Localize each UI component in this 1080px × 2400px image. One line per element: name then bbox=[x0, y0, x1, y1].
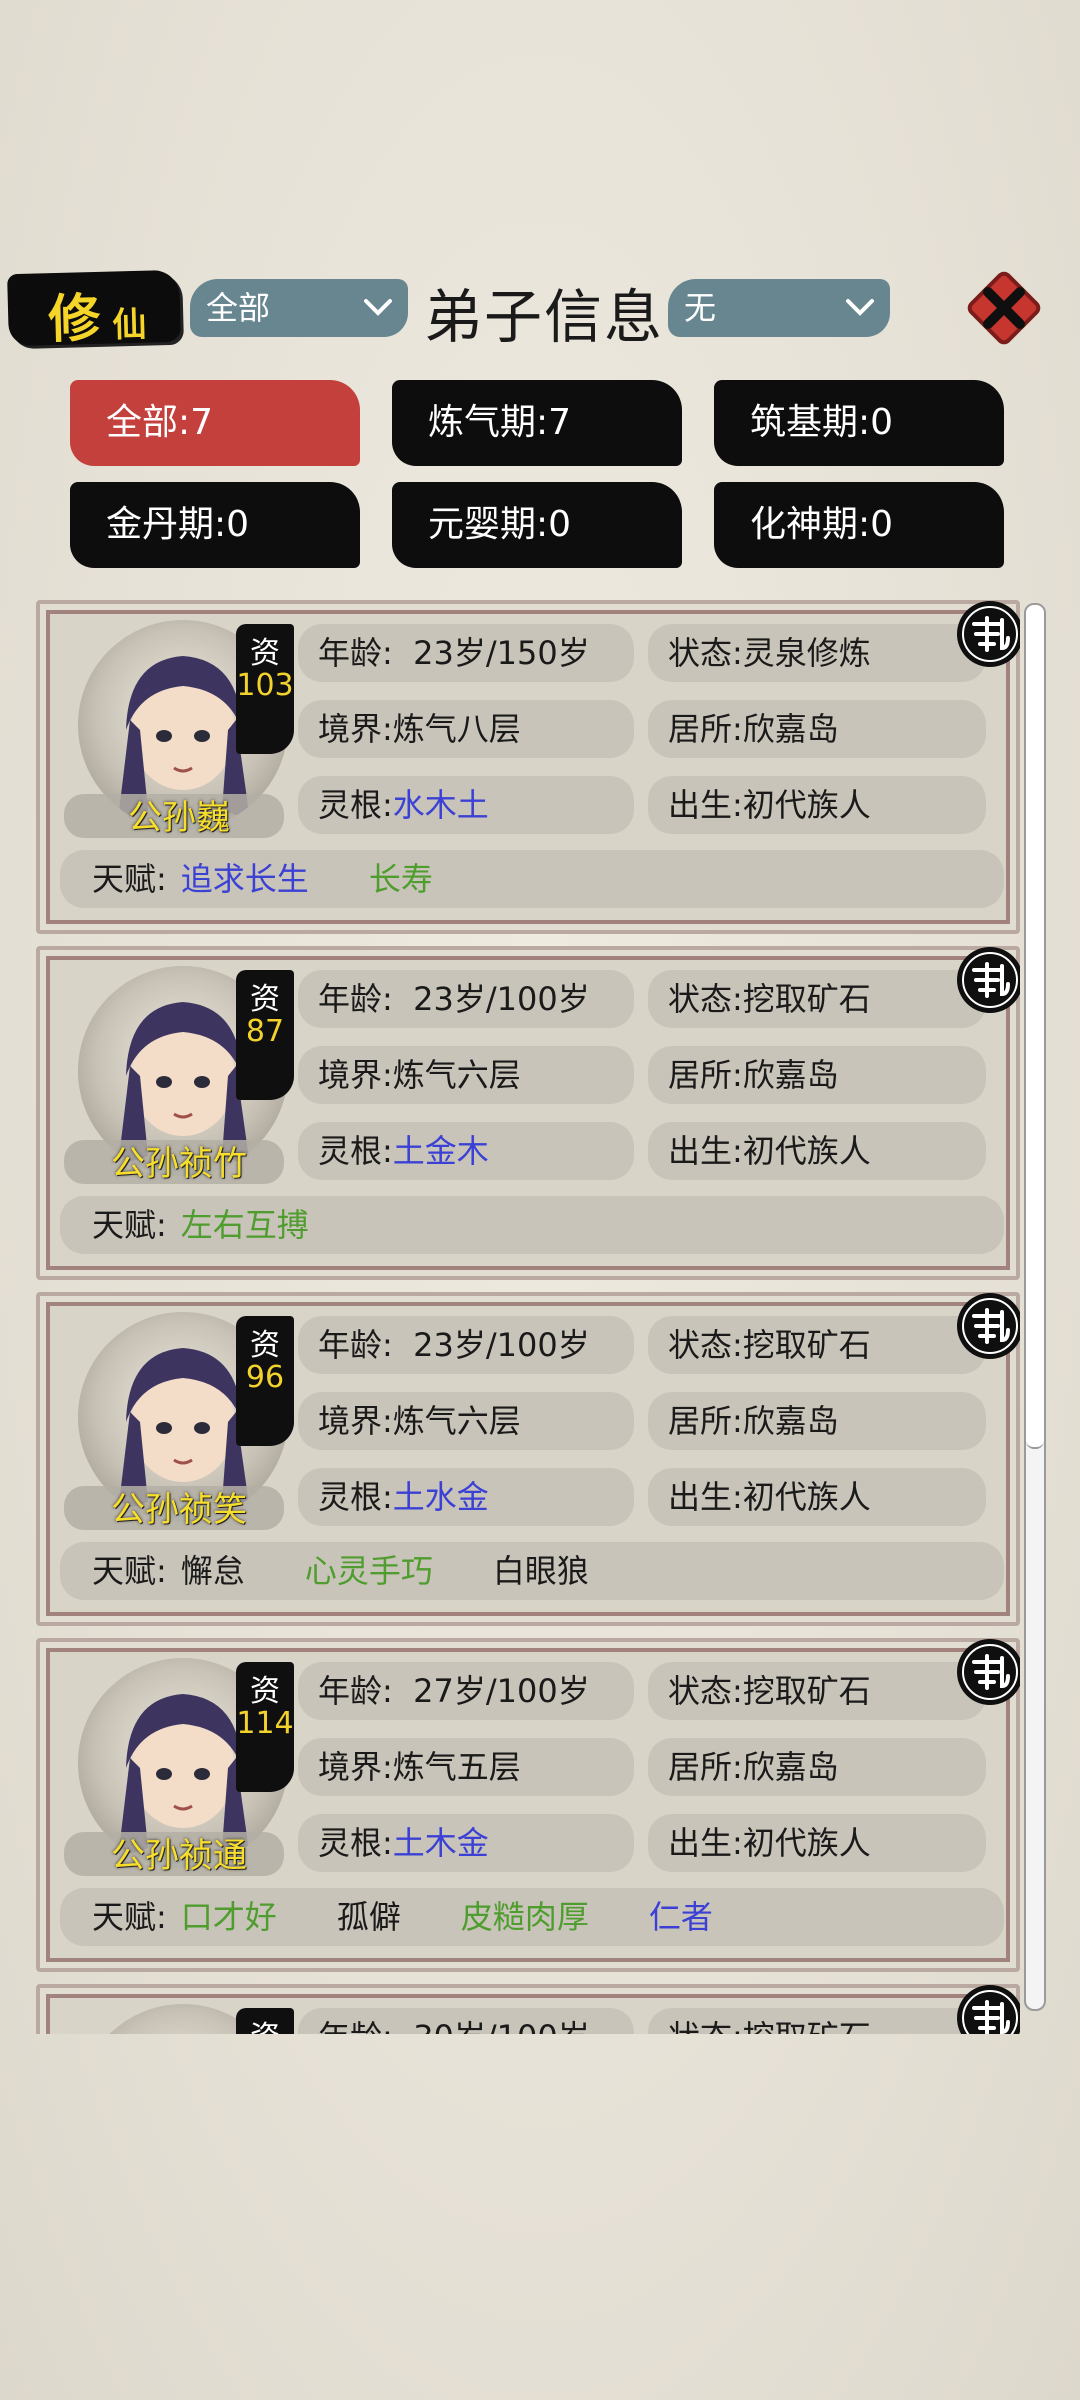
talent-tag: 左右互搏 bbox=[180, 1206, 309, 1244]
aptitude-label: 资 bbox=[250, 1328, 280, 1363]
disciple-name: 公孙祯笑 bbox=[111, 1490, 247, 1530]
residence-field: 居所:欣嘉岛 bbox=[648, 1392, 986, 1450]
age-field: 年龄: 27岁/100岁 bbox=[298, 1662, 634, 1720]
trait-dropdown-value: 无 bbox=[684, 289, 717, 327]
brand-main-char: 修 bbox=[47, 288, 102, 351]
aptitude-value: 103 bbox=[236, 668, 294, 703]
filter-jindan[interactable]: 金丹期:0 bbox=[70, 482, 360, 568]
talent-row: 天赋: 左右互搏 bbox=[60, 1196, 1004, 1254]
talent-row: 天赋: 口才好 孤僻 皮糙肉厚 仁者 bbox=[60, 1888, 1004, 1946]
filter-all[interactable]: 全部:7 bbox=[70, 380, 360, 466]
talent-tag: 皮糙肉厚 bbox=[460, 1898, 589, 1936]
chevron-down-icon bbox=[364, 299, 392, 316]
page-title: 弟子信息 bbox=[424, 283, 665, 351]
category-dropdown[interactable]: 全部 bbox=[190, 279, 408, 337]
app-brand-badge: 修 仙 bbox=[7, 269, 181, 350]
age-field: 年龄: 23岁/150岁 bbox=[298, 624, 634, 682]
realm-field: 境界:炼气六层 bbox=[298, 1046, 634, 1104]
talent-tag: 仁者 bbox=[648, 1898, 713, 1936]
dismiss-seal-icon[interactable] bbox=[954, 1290, 1020, 1362]
talent-tag: 长寿 bbox=[368, 860, 433, 898]
aptitude-value: 96 bbox=[245, 1360, 285, 1395]
disciple-name: 公孙祯通 bbox=[111, 1836, 247, 1876]
age-field: 年龄: 30岁/100岁 bbox=[298, 2008, 634, 2034]
dismiss-seal-icon[interactable] bbox=[954, 600, 1020, 670]
age-field: 年龄: 23岁/100岁 bbox=[298, 970, 634, 1028]
aptitude-label: 资 bbox=[250, 982, 280, 1017]
talent-row: 天赋: 懈怠 心灵手巧 白眼狼 bbox=[60, 1542, 1004, 1600]
talent-tag: 追求长生 bbox=[180, 860, 309, 898]
birth-field: 出生:初代族人 bbox=[648, 1122, 986, 1180]
spirit-root-field: 灵根:土水金 bbox=[298, 1468, 634, 1526]
disciple-card[interactable]: 资 资 年龄: 30岁/100岁 状态:挖取矿石 境界: 居所: 灵根: 出生:… bbox=[36, 1984, 1020, 2034]
chevron-down-icon bbox=[846, 299, 874, 316]
disciple-list[interactable]: 公孙巍 资 103 年龄: 23岁/150岁 状态:灵泉修炼 境界:炼气八层 居… bbox=[36, 600, 1020, 2034]
close-x-icon bbox=[967, 271, 1041, 345]
disciple-name: 公孙巍 bbox=[128, 798, 230, 838]
filter-huashen[interactable]: 化神期:0 bbox=[714, 482, 1004, 568]
aptitude-label: 资 bbox=[240, 2012, 290, 2034]
category-dropdown-value: 全部 bbox=[206, 289, 271, 327]
status-field: 状态:挖取矿石 bbox=[648, 1662, 986, 1720]
talent-tag: 懈怠 bbox=[180, 1552, 245, 1590]
birth-field: 出生:初代族人 bbox=[648, 1814, 986, 1872]
birth-field: 出生:初代族人 bbox=[648, 1468, 986, 1526]
status-field: 状态:挖取矿石 bbox=[648, 970, 986, 1028]
disciple-card[interactable]: 公孙祯竹 资 87 年龄: 23岁/100岁 状态:挖取矿石 境界:炼气六层 居… bbox=[36, 946, 1020, 1280]
talent-tag: 口才好 bbox=[180, 1898, 277, 1936]
talent-tag: 孤僻 bbox=[336, 1898, 401, 1936]
aptitude-value: 87 bbox=[245, 1014, 285, 1049]
residence-field: 居所:欣嘉岛 bbox=[648, 1738, 986, 1796]
residence-field: 居所:欣嘉岛 bbox=[648, 700, 986, 758]
dismiss-seal-icon[interactable] bbox=[954, 1982, 1020, 2034]
filter-yuanying[interactable]: 元婴期:0 bbox=[392, 482, 682, 568]
disciple-name: 公孙祯竹 bbox=[111, 1144, 247, 1184]
age-field: 年龄: 23岁/100岁 bbox=[298, 1316, 634, 1374]
aptitude-value: 114 bbox=[236, 1706, 294, 1741]
trait-dropdown[interactable]: 无 bbox=[668, 279, 890, 337]
close-button[interactable] bbox=[962, 266, 1046, 350]
spirit-root-field: 灵根:水木土 bbox=[298, 776, 634, 834]
aptitude-label: 资 bbox=[250, 1674, 280, 1709]
spirit-root-field: 灵根:土金木 bbox=[298, 1122, 634, 1180]
disciple-card[interactable]: 公孙祯通 资 114 年龄: 27岁/100岁 状态:挖取矿石 境界:炼气五层 … bbox=[36, 1638, 1020, 1972]
realm-field: 境界:炼气六层 bbox=[298, 1392, 634, 1450]
birth-field: 出生:初代族人 bbox=[648, 776, 986, 834]
realm-field: 境界:炼气八层 bbox=[298, 700, 634, 758]
status-field: 状态:挖取矿石 bbox=[648, 1316, 986, 1374]
status-field: 状态:挖取矿石 bbox=[648, 2008, 986, 2034]
dismiss-seal-icon[interactable] bbox=[954, 1636, 1020, 1708]
residence-field: 居所:欣嘉岛 bbox=[648, 1046, 986, 1104]
filter-zhuji[interactable]: 筑基期:0 bbox=[714, 380, 1004, 466]
filter-lianqi[interactable]: 炼气期:7 bbox=[392, 380, 682, 466]
brand-sub-char: 仙 bbox=[111, 304, 147, 346]
status-field: 状态:灵泉修炼 bbox=[648, 624, 986, 682]
scrollbar-thumb[interactable] bbox=[1026, 605, 1044, 1449]
disciple-card[interactable]: 公孙巍 资 103 年龄: 23岁/150岁 状态:灵泉修炼 境界:炼气八层 居… bbox=[36, 600, 1020, 934]
realm-field: 境界:炼气五层 bbox=[298, 1738, 634, 1796]
talent-row: 天赋: 追求长生 长寿 bbox=[60, 850, 1004, 908]
disciple-card[interactable]: 公孙祯笑 资 96 年龄: 23岁/100岁 状态:挖取矿石 境界:炼气六层 居… bbox=[36, 1292, 1020, 1626]
aptitude-label: 资 bbox=[250, 636, 280, 671]
spirit-root-field: 灵根:土木金 bbox=[298, 1814, 634, 1872]
talent-tag: 心灵手巧 bbox=[304, 1552, 433, 1590]
dismiss-seal-icon[interactable] bbox=[954, 944, 1020, 1016]
talent-tag: 白眼狼 bbox=[492, 1552, 589, 1590]
